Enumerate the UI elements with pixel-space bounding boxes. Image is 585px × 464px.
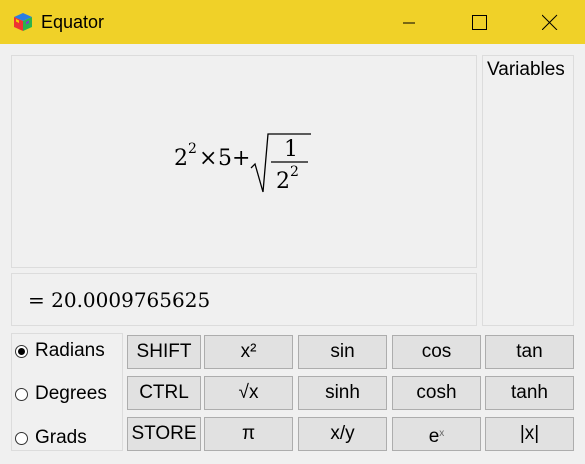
title-bar[interactable]: Equator [0,0,585,44]
sin-button[interactable]: sin [298,335,387,369]
maximize-icon [472,15,487,30]
close-button[interactable] [516,0,580,44]
divide-button[interactable]: x/y [298,417,387,451]
expr-base: 2 [174,146,188,171]
variables-panel[interactable]: Variables [482,55,574,326]
tan-button[interactable]: tan [485,335,574,369]
store-button[interactable]: STORE [127,417,201,451]
variables-label: Variables [487,59,565,80]
sinh-button[interactable]: sinh [298,376,387,410]
shift-button[interactable]: SHIFT [127,335,201,369]
pi-button[interactable]: π [204,417,293,451]
maximize-button[interactable] [446,0,510,44]
expr-den-exponent: 2 [290,164,299,180]
square-button[interactable]: x² [204,335,293,369]
radio-degrees[interactable]: Degrees [15,381,107,407]
minimize-icon [403,22,415,24]
cos-button[interactable]: cos [392,335,481,369]
result-value: = 20.0009765625 [28,288,211,312]
sqrt-button[interactable]: √x [204,376,293,410]
expr-five: 5 [218,146,232,171]
radio-label-radians: Radians [35,340,105,361]
app-cube-icon [13,12,33,32]
angle-units-group: Radians Degrees Grads [11,333,123,451]
exp-button[interactable]: ex [392,417,481,451]
exp-superscript: x [439,428,445,439]
expr-exponent: 2 [188,141,197,157]
radio-unselected-icon[interactable] [15,431,28,445]
abs-button[interactable]: |x| [485,417,574,451]
expression-panel[interactable]: 2 2 × 5 + 1 2 2 [11,55,477,268]
expr-numerator: 1 [284,137,298,162]
radio-selected-icon[interactable] [15,344,28,358]
expression-formula: 2 2 × 5 + 1 2 2 [174,133,311,194]
radio-unselected-icon[interactable] [15,387,28,401]
result-panel: = 20.0009765625 [11,273,477,326]
minimize-button[interactable] [377,0,441,44]
expr-times: × [199,146,217,171]
expr-plus: + [232,146,250,171]
tanh-button[interactable]: tanh [485,376,574,410]
radio-label-degrees: Degrees [35,383,107,404]
radio-grads[interactable]: Grads [15,425,87,451]
cosh-button[interactable]: cosh [392,376,481,410]
close-icon [542,14,558,30]
radio-radians[interactable]: Radians [15,338,105,364]
radio-label-grads: Grads [35,427,87,448]
expr-den-base: 2 [276,169,290,194]
ctrl-button[interactable]: CTRL [127,376,201,410]
window-title: Equator [41,12,105,32]
exp-button-label: e [428,426,440,447]
